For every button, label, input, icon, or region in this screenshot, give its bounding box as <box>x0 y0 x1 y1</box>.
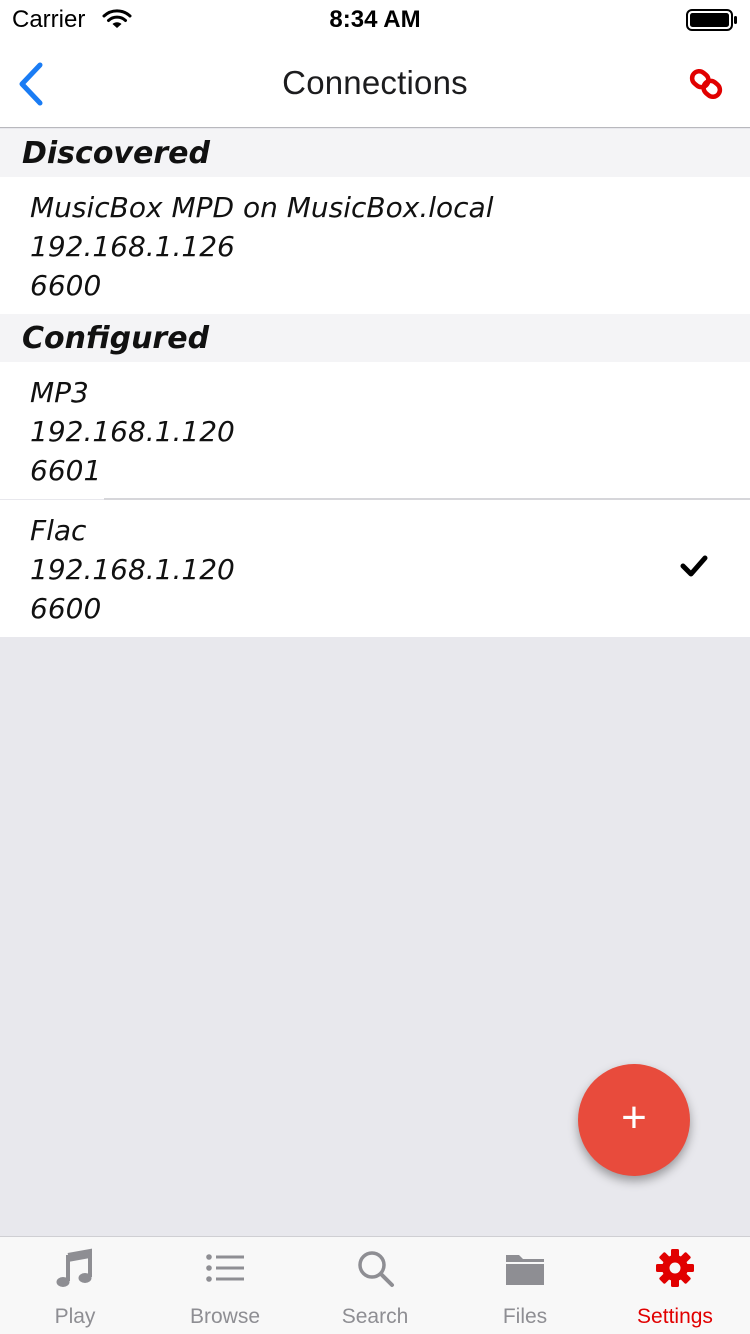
tab-label: Search <box>341 1305 409 1328</box>
tab-play[interactable]: Play <box>0 1237 150 1334</box>
tab-label: Settings <box>637 1305 713 1328</box>
connection-row-discovered[interactable]: MusicBox MPD on MusicBox.local 192.168.1… <box>0 177 750 314</box>
connection-row-flac[interactable]: Flac 192.168.1.120 6600 <box>0 500 750 637</box>
connection-host: 192.168.1.120 <box>30 553 235 586</box>
gear-icon <box>656 1249 694 1287</box>
connections-screen: Carrier 8:34 AM Connections Discovered M… <box>0 0 750 1334</box>
page-title: Connections <box>282 64 468 101</box>
add-connection-button[interactable]: + <box>578 1064 690 1176</box>
battery-icon <box>686 9 737 31</box>
folder-icon <box>506 1255 544 1285</box>
navigation-bar: Connections <box>0 40 750 128</box>
checkmark-icon <box>680 555 708 577</box>
tab-label: Browse <box>189 1305 261 1328</box>
link-icon[interactable] <box>688 66 724 102</box>
tab-label: Files <box>502 1305 548 1328</box>
connection-name: Flac <box>30 514 87 547</box>
tab-files[interactable]: Files <box>450 1237 600 1334</box>
status-bar: Carrier 8:34 AM <box>0 0 750 40</box>
section-header-discovered: Discovered <box>0 129 750 177</box>
connection-port: 6600 <box>30 269 102 302</box>
tab-browse[interactable]: Browse <box>150 1237 300 1334</box>
connection-host: 192.168.1.120 <box>30 415 235 448</box>
section-header-configured: Configured <box>0 314 750 362</box>
connection-row-mp3[interactable]: MP3 192.168.1.120 6601 <box>0 362 750 499</box>
connection-port: 6600 <box>30 592 102 625</box>
connection-name: MusicBox MPD on MusicBox.local <box>30 191 494 224</box>
connection-port: 6601 <box>30 454 102 487</box>
connection-host: 192.168.1.126 <box>30 230 235 263</box>
tab-settings[interactable]: Settings <box>600 1237 750 1334</box>
tab-bar: Play Browse Search Files Settings <box>0 1236 750 1334</box>
list-icon <box>206 1254 244 1282</box>
tab-label: Play <box>54 1305 96 1328</box>
music-note-icon <box>56 1248 92 1287</box>
connection-name: MP3 <box>30 376 89 409</box>
search-icon <box>358 1251 394 1287</box>
clock: 8:34 AM <box>329 6 421 33</box>
tab-search[interactable]: Search <box>300 1237 450 1334</box>
